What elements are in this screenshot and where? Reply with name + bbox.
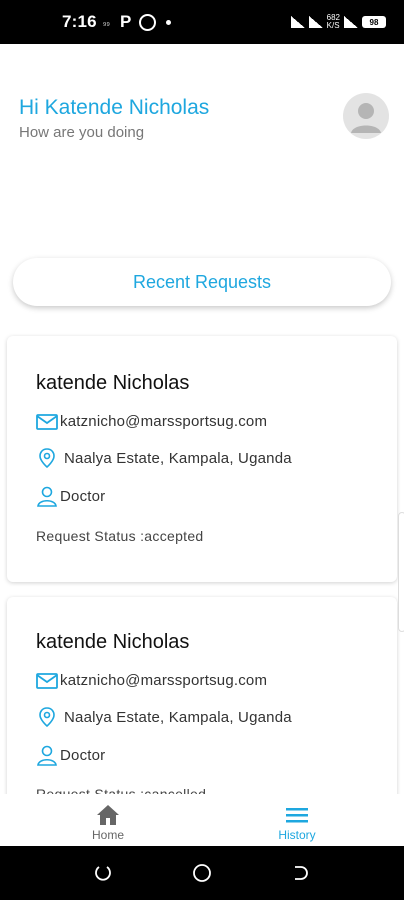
- nav-home[interactable]: Home: [48, 794, 168, 846]
- recent-apps-icon[interactable]: [93, 863, 113, 883]
- request-name: katende Nicholas: [36, 631, 190, 653]
- battery-icon: 98: [362, 16, 386, 28]
- request-status: Request Status :accepted: [36, 528, 204, 544]
- request-card[interactable]: katende Nicholas katznicho@marssportsug.…: [7, 597, 397, 794]
- request-role: Doctor: [60, 487, 106, 505]
- request-role: Doctor: [60, 746, 106, 764]
- request-card[interactable]: katende Nicholas katznicho@marssportsug.…: [7, 336, 397, 582]
- location-pin-icon: [39, 707, 55, 728]
- greeting-subtitle: How are you doing: [19, 124, 145, 141]
- request-role-row: Doctor: [36, 485, 105, 507]
- side-drawer-handle[interactable]: [398, 512, 404, 632]
- home-circle-icon[interactable]: [192, 863, 212, 883]
- home-icon: [97, 805, 119, 825]
- location-pin-icon: [39, 448, 55, 469]
- request-email-row: katznicho@marssportsug.com: [36, 672, 267, 689]
- status-time: 7:16: [62, 12, 97, 31]
- request-location-row: Naalya Estate, Kampala, Uganda: [36, 706, 292, 728]
- system-navigation-bar: [0, 846, 404, 900]
- greeting-title: Hi Katende Nicholas: [19, 96, 210, 119]
- signal-icon-2: [308, 16, 323, 28]
- menu-icon: [286, 808, 308, 823]
- avatar[interactable]: [343, 93, 389, 139]
- back-icon[interactable]: [291, 863, 311, 883]
- person-icon: [37, 486, 57, 507]
- mail-icon: [36, 413, 58, 430]
- nav-history-label: History: [278, 828, 316, 842]
- nav-history[interactable]: History: [237, 794, 357, 846]
- status-sub-indicator: ₉₉: [102, 17, 110, 27]
- signal-icon: [290, 16, 305, 28]
- wifi-icon: [344, 16, 358, 28]
- request-status: Request Status :cancelled: [36, 786, 207, 794]
- request-location-row: Naalya Estate, Kampala, Uganda: [36, 447, 292, 469]
- person-icon: [37, 745, 57, 766]
- request-location: Naalya Estate, Kampala, Uganda: [64, 449, 292, 467]
- request-email: katznicho@marssportsug.com: [60, 413, 268, 430]
- requests-list[interactable]: katende Nicholas katznicho@marssportsug.…: [0, 322, 404, 794]
- nav-home-label: Home: [91, 828, 124, 842]
- request-name: katende Nicholas: [36, 372, 190, 394]
- notification-dot-icon: [166, 19, 172, 25]
- request-role-row: Doctor: [36, 744, 105, 766]
- network-speed: 682 K/S: [326, 13, 340, 30]
- status-bar: 7:16 ₉₉ P 682 K/S 98: [0, 0, 404, 44]
- request-location: Naalya Estate, Kampala, Uganda: [64, 708, 292, 726]
- request-email: katznicho@marssportsug.com: [60, 672, 268, 689]
- recent-requests-button[interactable]: Recent Requests: [13, 258, 391, 306]
- bottom-navigation: Home History: [0, 794, 404, 846]
- user-avatar-icon: [351, 103, 381, 133]
- whatsapp-icon: [139, 13, 157, 31]
- mail-icon: [36, 672, 58, 689]
- status-indicators: 682 K/S 98: [290, 13, 386, 30]
- parking-app-icon: P: [119, 12, 132, 31]
- request-email-row: katznicho@marssportsug.com: [36, 413, 267, 430]
